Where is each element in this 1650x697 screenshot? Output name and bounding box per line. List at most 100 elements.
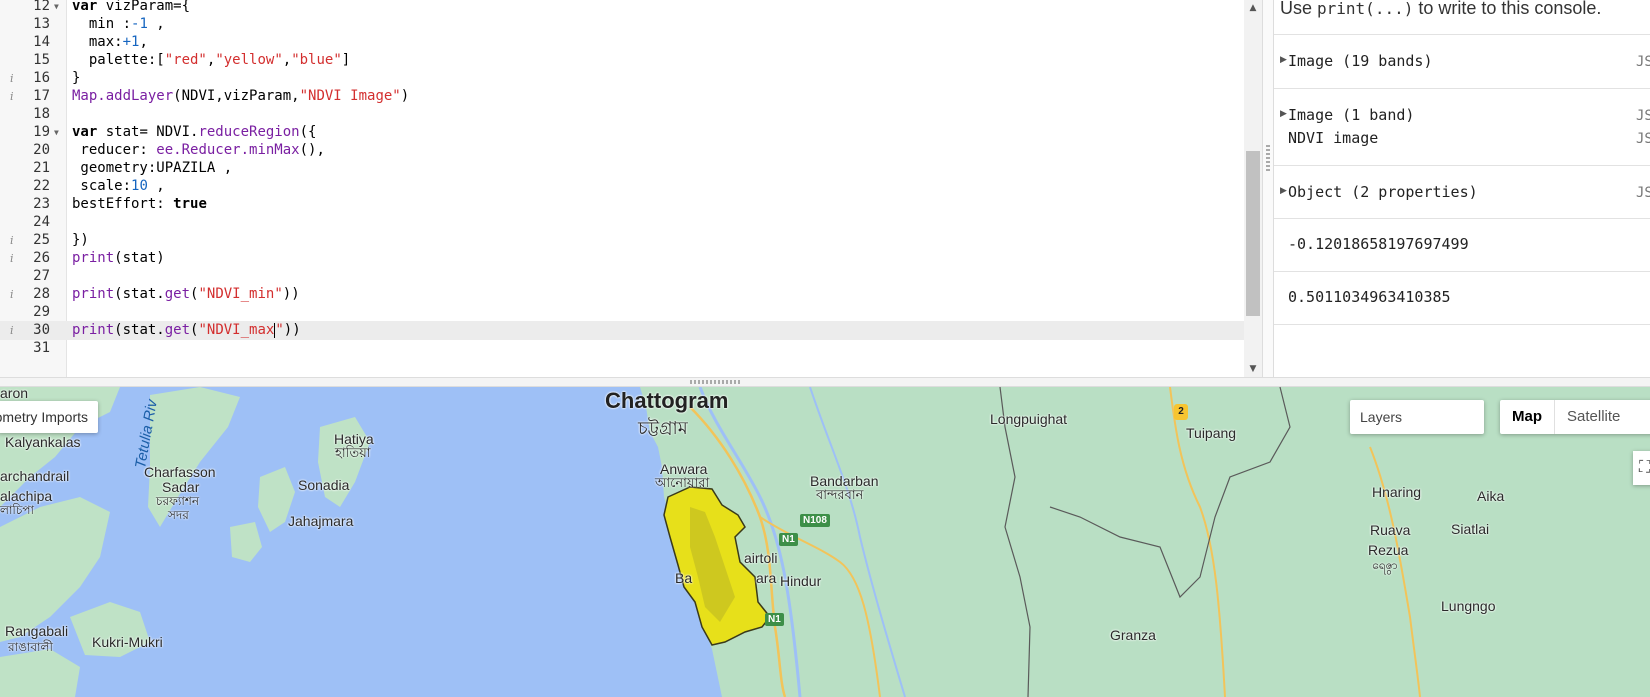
editor-scrollbar[interactable]: ▲ ▼ <box>1244 0 1262 377</box>
console-panel: Use print(...) to write to this console.… <box>1274 0 1650 377</box>
code-line[interactable]: 22 scale:10 , <box>0 177 1244 196</box>
fullscreen-icon[interactable]: ⛶ <box>1633 451 1650 485</box>
code-token: Map.addLayer <box>72 88 174 104</box>
console-entry-label[interactable]: Image (19 bands) <box>1288 52 1433 70</box>
code-line[interactable]: 27 <box>0 267 1244 286</box>
code-token: "NDVI_min" <box>198 286 283 302</box>
code-token: bestEffort: <box>72 196 174 212</box>
scroll-up-arrow-icon[interactable]: ▲ <box>1244 0 1262 16</box>
code-token: ] <box>341 52 351 68</box>
info-icon[interactable]: i <box>10 249 14 268</box>
code-text[interactable]: max:+1, <box>72 33 148 52</box>
code-line[interactable]: 24 <box>0 213 1244 232</box>
code-token: -1 <box>131 16 148 32</box>
code-line[interactable]: i 25}) <box>0 231 1244 250</box>
code-text[interactable]: print(stat.get("NDVI_max")) <box>72 321 301 340</box>
info-icon[interactable]: i <box>10 231 14 250</box>
info-icon[interactable]: i <box>10 321 14 340</box>
info-icon[interactable]: i <box>10 285 14 304</box>
map-type-map-tab[interactable]: Map <box>1500 400 1555 434</box>
code-text[interactable]: reducer: ee.Reducer.minMax(), <box>72 141 324 160</box>
geometry-imports-button[interactable]: Geometry Imports <box>0 401 98 433</box>
fold-arrow-icon[interactable]: ▼ <box>54 0 59 16</box>
code-token: " <box>275 322 284 338</box>
code-text[interactable]: Map.addLayer(NDVI,vizParam,"NDVI Image") <box>72 87 409 106</box>
map-type-satellite-tab[interactable]: Satellite <box>1555 400 1632 434</box>
label-tuipang: Tuipang <box>1186 425 1237 441</box>
code-token: max: <box>72 34 123 50</box>
code-text[interactable]: min :-1 , <box>72 15 165 34</box>
expand-triangle-icon[interactable]: ▶ <box>1280 55 1287 65</box>
json-link[interactable]: JS <box>1636 185 1650 201</box>
border-line <box>999 387 1031 697</box>
fold-arrow-icon[interactable]: ▼ <box>54 123 59 142</box>
code-token: , <box>139 34 148 50</box>
code-text[interactable]: } <box>72 69 80 88</box>
sangu-river <box>809 387 906 697</box>
label-sadar-bn: সদর <box>168 508 189 522</box>
line-number: 16 <box>33 70 50 86</box>
code-token: ) <box>400 88 410 104</box>
code-token: palette:[ <box>72 52 165 68</box>
json-link[interactable]: JS <box>1636 108 1650 124</box>
code-token: , <box>147 16 165 32</box>
label-bara: ara <box>756 570 777 586</box>
code-text[interactable]: print(stat.get("NDVI_min")) <box>72 285 300 304</box>
code-line[interactable]: 19 ▼ var stat= NDVI.reduceRegion({ <box>0 123 1244 142</box>
code-text[interactable]: bestEffort: true <box>72 195 207 214</box>
code-line[interactable]: 18 <box>0 105 1244 124</box>
code-text[interactable]: print(stat) <box>72 249 165 268</box>
line-number: 17 <box>33 88 50 104</box>
code-line[interactable]: 13 min :-1 , <box>0 15 1244 34</box>
code-line[interactable]: 15 palette:["red","yellow","blue"] <box>0 51 1244 70</box>
code-line[interactable]: i 17 Map.addLayer(NDVI,vizParam,"NDVI Imag… <box>0 87 1244 106</box>
code-line[interactable]: 29 <box>0 303 1244 322</box>
layers-button[interactable]: Layers <box>1350 400 1484 434</box>
code-text[interactable]: geometry:UPAZILA , <box>72 159 232 178</box>
code-text[interactable]: }) <box>72 231 89 250</box>
console-entry-label[interactable]: Object (2 properties) <box>1288 183 1478 201</box>
code-token: print <box>72 286 115 302</box>
scrollbar-thumb[interactable] <box>1246 150 1260 317</box>
scroll-down-arrow-icon[interactable]: ▼ <box>1244 361 1262 377</box>
label-hindur: Hindur <box>780 573 822 589</box>
label-charfasson: Charfasson <box>144 464 216 480</box>
code-line[interactable]: i 30 print(stat.get("NDVI_max")) <box>0 321 1244 340</box>
code-text[interactable]: var vizParam={ <box>72 0 190 16</box>
vertical-splitter[interactable] <box>1262 0 1274 377</box>
console-entry[interactable]: ▶ Image (1 band) JS NDVI image JS <box>1274 88 1650 166</box>
code-text[interactable]: palette:["red","yellow","blue"] <box>72 51 350 70</box>
code-line[interactable]: 20 reducer: ee.Reducer.minMax(), <box>0 141 1244 160</box>
line-number: 21 <box>33 160 50 176</box>
code-editor[interactable]: 12 ▼ var vizParam={13 min :-1 , 14 max:+1, 1… <box>0 0 1262 377</box>
console-entry-label[interactable]: Image (1 band) <box>1288 106 1414 124</box>
label-siatlai: Siatlai <box>1451 521 1490 537</box>
code-line[interactable]: 31 <box>0 339 1244 358</box>
json-link[interactable]: JS <box>1636 131 1650 147</box>
code-text[interactable]: scale:10 , <box>72 177 164 196</box>
code-line[interactable]: i 26 print(stat) <box>0 249 1244 268</box>
console-entry[interactable]: ▶ Image (19 bands) JS <box>1274 34 1650 89</box>
json-link[interactable]: JS <box>1636 54 1650 70</box>
info-icon[interactable]: i <box>10 69 14 88</box>
map-view[interactable]: Chattogram চট্টগ্রাম Anwara আনোয়ারা Ban… <box>0 387 1650 697</box>
code-text[interactable]: var stat= NDVI.reduceRegion({ <box>72 123 316 142</box>
info-icon[interactable]: i <box>10 87 14 106</box>
code-line[interactable]: i 28 print(stat.get("NDVI_min")) <box>0 285 1244 304</box>
map-type-toggle[interactable]: Map Satellite <box>1500 400 1650 434</box>
expand-triangle-icon[interactable]: ▶ <box>1280 109 1287 119</box>
code-line[interactable]: i 16} <box>0 69 1244 88</box>
expand-triangle-icon[interactable]: ▶ <box>1280 186 1287 196</box>
label-lungngo: Lungngo <box>1441 598 1496 614</box>
code-line[interactable]: 14 max:+1, <box>0 33 1244 52</box>
label-anwara-bn: আনোয়ারা <box>655 475 710 490</box>
code-line[interactable]: 23 bestEffort: true <box>0 195 1244 214</box>
label-sonadia: Sonadia <box>298 477 350 493</box>
console-entry[interactable]: ▶ Object (2 properties) JS <box>1274 165 1650 219</box>
code-token: print <box>72 322 115 338</box>
horizontal-splitter[interactable] <box>0 377 1650 387</box>
code-line[interactable]: 12 ▼ var vizParam={ <box>0 0 1244 16</box>
line-number: 29 <box>33 304 50 320</box>
label-rangabali-bn: রাঙাবালী <box>8 640 53 654</box>
code-line[interactable]: 21 geometry:UPAZILA , <box>0 159 1244 178</box>
